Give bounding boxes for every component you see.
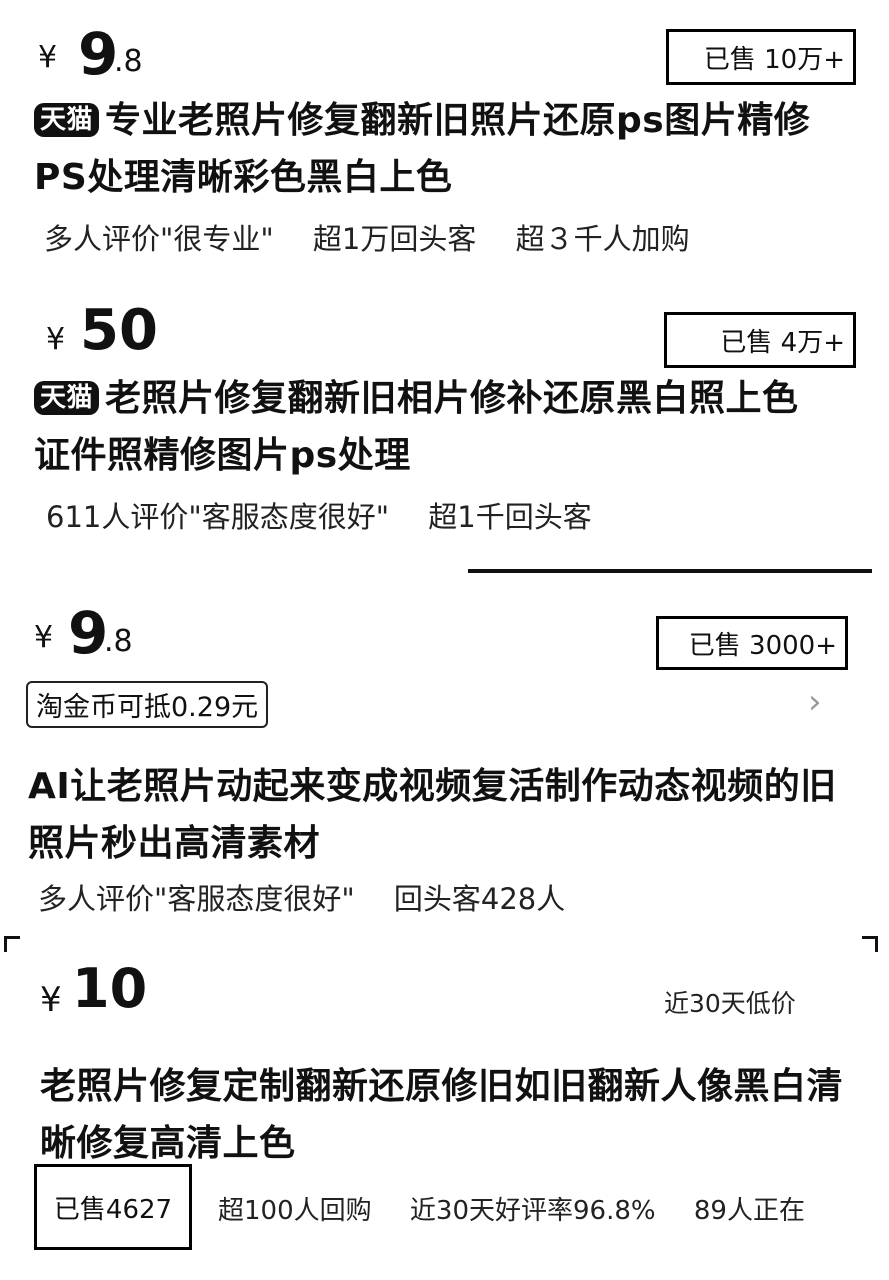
sold-count: 已售 10万+ [703, 44, 845, 75]
sold-count-badge: 已售 4万+ [664, 312, 856, 368]
product-title[interactable]: 老照片修复定制翻新还原修旧如旧翻新人像黑白清晰修复高清上色 [40, 1058, 860, 1172]
sold-count-badge: 已售4627 [34, 1164, 192, 1250]
product-title-text: 专业老照片修复翻新旧照片还原ps图片精修PS处理清晰彩色黑白上色 [34, 100, 811, 198]
product-tags: 611人评价"客服态度很好" 超1千回头客 [46, 494, 622, 536]
sold-count-badge: 已售 10万+ [666, 29, 856, 85]
chevron-right-icon[interactable]: › [808, 682, 822, 722]
currency-symbol: ¥ [40, 980, 62, 1020]
divider [468, 569, 872, 573]
product-title-text: 老照片修复翻新旧相片修补还原黑白照上色证件照精修图片ps处理 [34, 378, 799, 476]
tag: 89人正在 [693, 1196, 805, 1226]
tag: 611人评价"客服态度很好" [46, 500, 390, 534]
product-tags: 超100人回购 近30天好评率96.8% 89人正在 [218, 1190, 869, 1227]
sold-count: 已售4627 [53, 1194, 173, 1225]
tmall-badge: 天猫 [34, 103, 100, 137]
currency-symbol: ¥ [46, 322, 66, 357]
product-title-text: AI让老照片动起来变成视频复活制作动态视频的旧照片秒出高清素材 [28, 766, 837, 864]
tmall-badge: 天猫 [34, 381, 100, 415]
tag: 超100人回购 [218, 1196, 372, 1226]
sold-count: 已售 3000+ [688, 630, 837, 661]
tag: 多人评价"很专业" [44, 222, 274, 256]
tag: 近30天好评率96.8% [409, 1196, 656, 1226]
tag: 多人评价"客服态度很好" [38, 882, 355, 916]
corner-marker [4, 936, 20, 952]
coin-discount-tag: 淘金币可抵0.29元 [26, 681, 269, 728]
product-title[interactable]: 天猫 专业老照片修复翻新旧照片还原ps图片精修PS处理清晰彩色黑白上色 [34, 92, 834, 206]
price-integer: 50 [80, 298, 158, 363]
sold-count-badge: 已售 3000+ [656, 616, 848, 670]
price-integer: 9 [78, 20, 119, 88]
price-decimal: .8 [114, 44, 143, 79]
tag: 超1千回头客 [428, 500, 592, 534]
tag: 超1万回头客 [312, 222, 477, 256]
product-tags: 多人评价"很专业" 超1万回头客 超３千人加购 [44, 216, 720, 258]
product-title[interactable]: AI让老照片动起来变成视频复活制作动态视频的旧照片秒出高清素材 [28, 758, 848, 872]
corner-marker [862, 936, 878, 952]
sold-count: 已售 4万+ [720, 327, 845, 358]
price-note: 近30天低价 [664, 989, 796, 1018]
product-tags: 多人评价"客服态度很好" 回头客428人 [38, 876, 595, 918]
price-integer: 10 [72, 957, 148, 1020]
currency-symbol: ¥ [34, 620, 54, 655]
tag: 超３千人加购 [515, 222, 690, 256]
product-title-text: 老照片修复定制翻新还原修旧如旧翻新人像黑白清晰修复高清上色 [40, 1066, 844, 1164]
tag: 回头客428人 [393, 882, 566, 916]
product-title[interactable]: 天猫 老照片修复翻新旧相片修补还原黑白照上色证件照精修图片ps处理 [34, 370, 834, 484]
price-integer: 9 [68, 599, 109, 667]
price-decimal: .8 [104, 624, 133, 659]
currency-symbol: ¥ [38, 40, 58, 75]
